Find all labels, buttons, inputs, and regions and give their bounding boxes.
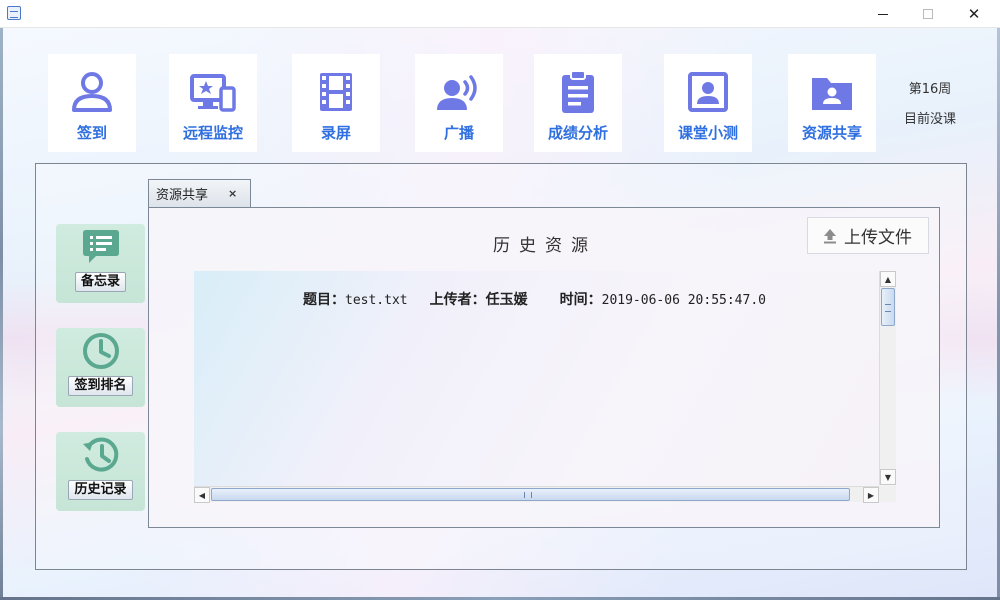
title-value: test.txt xyxy=(345,293,408,308)
week-label: 第16周 xyxy=(908,82,952,97)
memo-icon xyxy=(82,230,119,263)
title-key: 题目： xyxy=(303,292,345,308)
tile-label: 资源共享 xyxy=(801,124,862,142)
tile-grade-analysis[interactable]: 成绩分析 xyxy=(534,54,622,152)
tile-broadcast[interactable]: 广播 xyxy=(415,54,503,152)
tile-label: 远程监控 xyxy=(182,124,243,142)
scrollbar-corner xyxy=(879,486,896,502)
section-title: 历史资源 xyxy=(493,236,597,256)
tile-checkin[interactable]: 签到 xyxy=(48,54,136,152)
memo-label: 备忘录 xyxy=(74,272,126,292)
minimize-icon xyxy=(878,13,888,15)
clipboard-icon xyxy=(562,70,594,113)
maximize-icon xyxy=(923,9,933,19)
tile-label: 成绩分析 xyxy=(547,124,608,142)
tile-remote-monitor[interactable]: 远程监控 xyxy=(169,54,257,152)
checkin-ranking-label: 签到排名 xyxy=(68,376,133,396)
time-value: 2019-06-06 20:55:47.0 xyxy=(601,293,766,308)
maximize-button[interactable] xyxy=(905,0,951,28)
desktop-edge-left xyxy=(0,28,3,600)
tile-label: 课堂小测 xyxy=(677,124,738,142)
folder-icon xyxy=(812,78,852,110)
uploader-key: 上传者： xyxy=(429,292,486,308)
close-button[interactable]: ✕ xyxy=(951,0,997,28)
checkin-ranking-button[interactable]: 签到排名 xyxy=(56,328,145,407)
tile-label: 录屏 xyxy=(320,124,351,142)
list-item[interactable]: 题目：test.txt 上传者：任玉媛 时间：2019-06-06 20:55:47… xyxy=(303,289,766,309)
scroll-left-icon[interactable]: ◀ xyxy=(194,487,210,503)
vertical-scroll-thumb[interactable] xyxy=(881,288,895,326)
tile-screen-record[interactable]: 录屏 xyxy=(292,54,380,152)
horizontal-scrollbar[interactable]: ◀ ▶ xyxy=(194,486,879,503)
time-key: 时间： xyxy=(559,292,602,308)
vertical-scrollbar[interactable]: ▲ ▼ xyxy=(879,271,896,485)
tab-label: 资源共享 xyxy=(156,188,209,203)
portrait-icon xyxy=(688,72,728,112)
scroll-down-icon[interactable]: ▼ xyxy=(880,469,896,485)
user-icon xyxy=(72,72,112,112)
upload-label: 上传文件 xyxy=(844,228,912,248)
memo-button[interactable]: 备忘录 xyxy=(56,224,145,303)
history-button[interactable]: 历史记录 xyxy=(56,432,145,511)
scroll-right-icon[interactable]: ▶ xyxy=(863,487,879,503)
title-bar: ✕ xyxy=(0,0,1000,28)
horizontal-scroll-thumb[interactable] xyxy=(211,488,850,501)
upload-icon xyxy=(824,228,836,243)
class-status-label: 目前没课 xyxy=(903,112,956,127)
minimize-button[interactable] xyxy=(860,0,906,28)
tile-label: 签到 xyxy=(76,124,107,142)
film-icon xyxy=(320,73,352,111)
clock-icon xyxy=(82,333,119,369)
uploader-value: 任玉媛 xyxy=(485,292,528,308)
broadcast-icon xyxy=(437,75,477,110)
history-label: 历史记录 xyxy=(68,480,133,500)
scroll-up-icon[interactable]: ▲ xyxy=(880,271,896,287)
tab-resource-share[interactable]: 资源共享 × xyxy=(148,179,251,207)
history-icon xyxy=(82,437,118,472)
tile-class-quiz[interactable]: 课堂小测 xyxy=(664,54,752,152)
tab-close-icon[interactable]: × xyxy=(228,187,237,200)
app-icon xyxy=(7,6,21,20)
upload-file-button[interactable]: 上传文件 xyxy=(807,217,929,254)
tile-resource-share[interactable]: 资源共享 xyxy=(788,54,876,152)
remote-monitor-icon xyxy=(190,74,236,112)
tile-label: 广播 xyxy=(443,124,474,142)
